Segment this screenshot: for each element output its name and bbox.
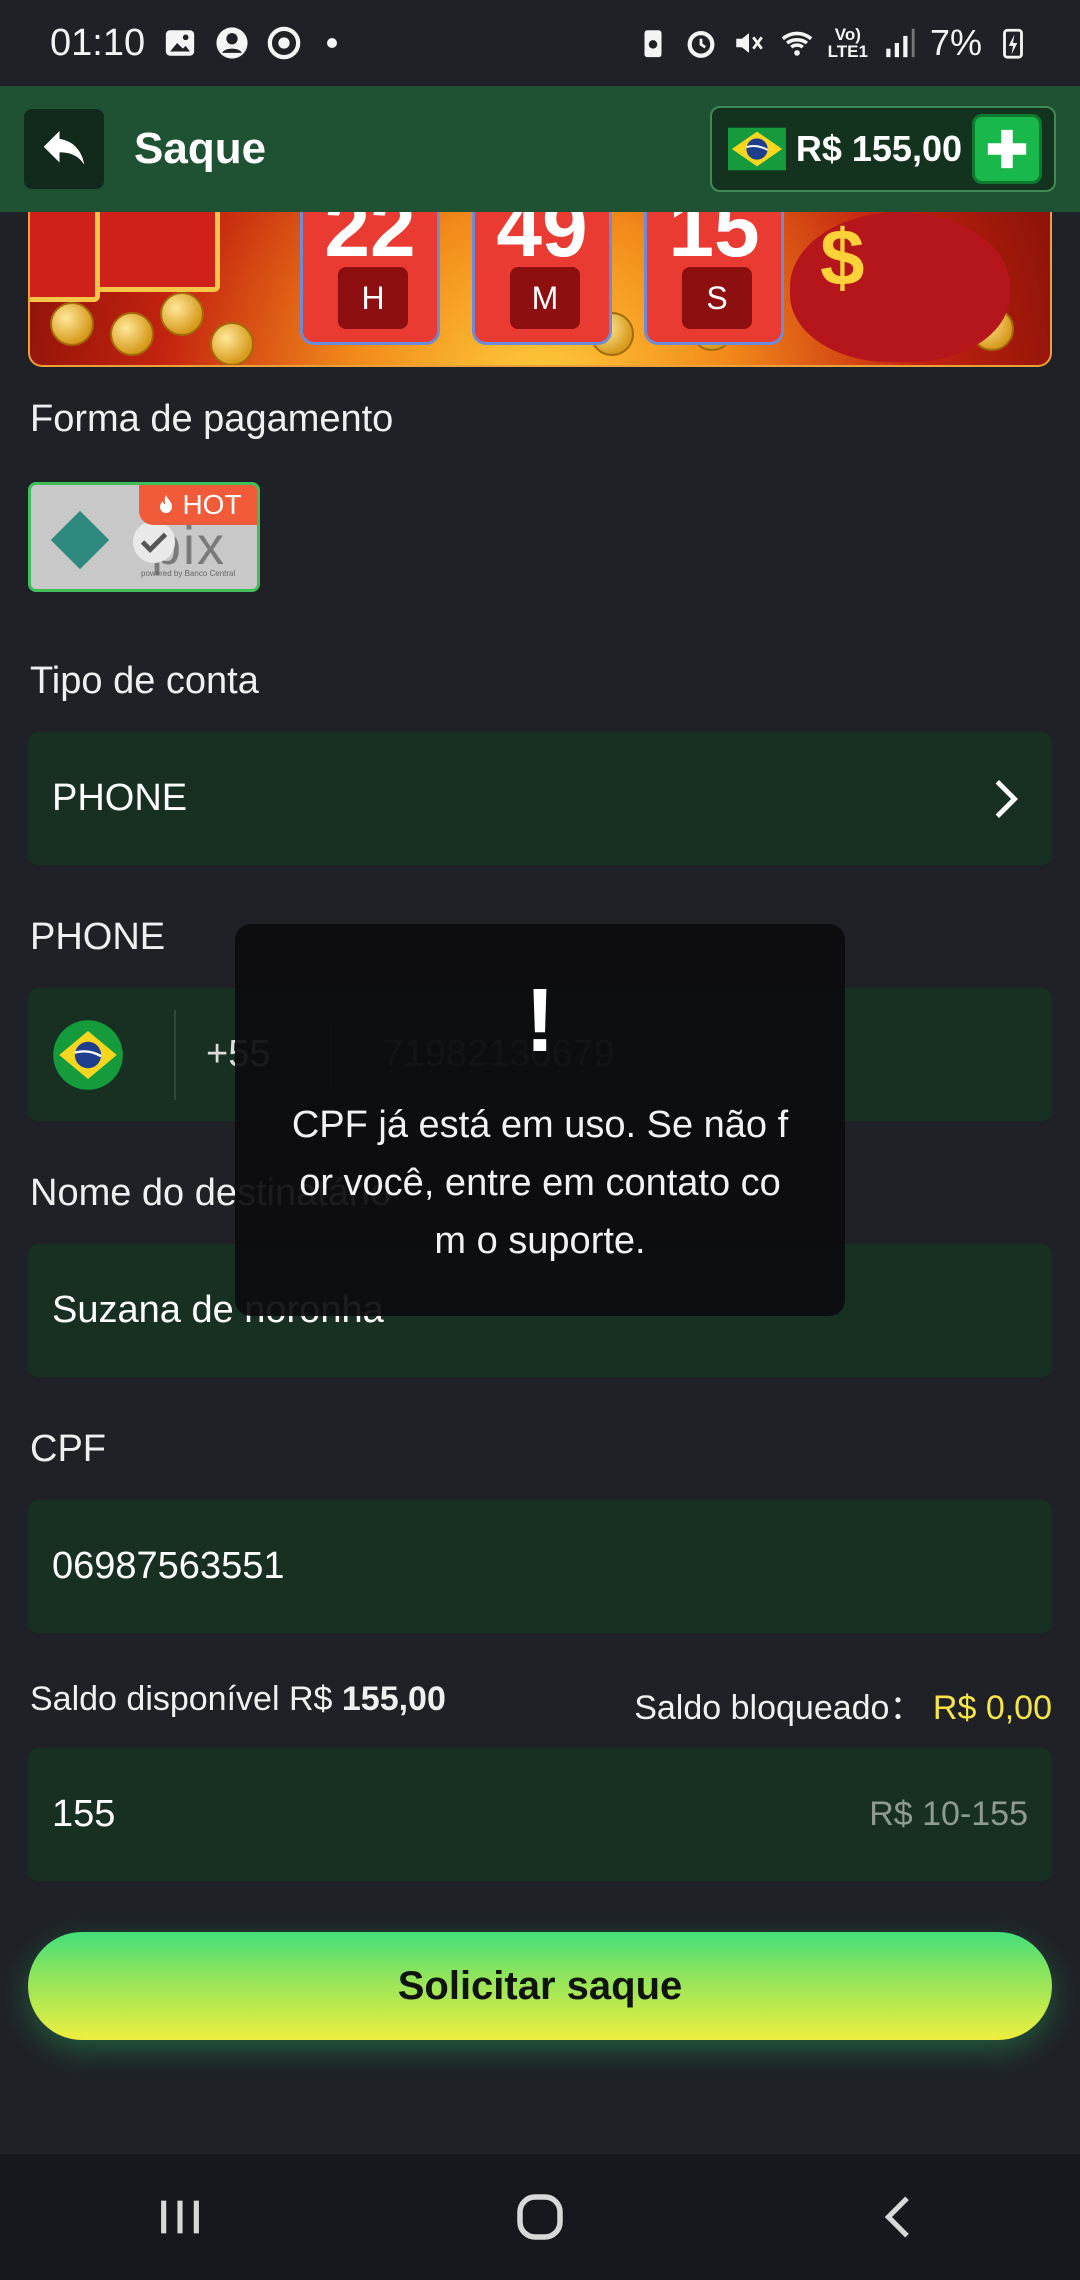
coin-image bbox=[50, 302, 94, 346]
chevron-right-icon bbox=[995, 779, 1018, 818]
alarm-icon bbox=[687, 30, 715, 58]
gift-box-image bbox=[30, 212, 100, 302]
back-arrow-icon bbox=[43, 131, 85, 165]
payment-method-label: Forma de pagamento bbox=[30, 398, 394, 440]
pix-subtitle: powered by Banco Central bbox=[141, 569, 236, 578]
chrome-icon bbox=[267, 26, 301, 60]
coin-image bbox=[110, 312, 154, 356]
coin-image bbox=[210, 322, 254, 365]
balance-box: R$ 155,00 bbox=[709, 106, 1056, 192]
notification-dot-icon bbox=[327, 38, 338, 48]
blocked-balance-value: R$ 0,00 bbox=[932, 1689, 1052, 1727]
hot-badge-label: HOT bbox=[182, 489, 242, 520]
home-button[interactable] bbox=[480, 2167, 600, 2267]
available-balance-label: Saldo disponível R$ bbox=[30, 1680, 342, 1718]
cpf-value: 06987563551 bbox=[52, 1545, 285, 1587]
available-balance: Saldo disponível R$ 155,00 bbox=[30, 1680, 446, 1729]
blocked-balance: Saldo bloqueado： R$ 0,00 bbox=[634, 1680, 1052, 1729]
battery-saver-icon bbox=[644, 30, 662, 58]
toast-message: CPF já está em uso. Se não for você, ent… bbox=[291, 1104, 789, 1262]
timer-seconds: 15 S bbox=[644, 212, 784, 345]
timer-hours: 22 H bbox=[300, 212, 440, 345]
account-icon bbox=[216, 27, 248, 59]
flame-icon bbox=[160, 495, 173, 513]
country-selector[interactable] bbox=[52, 999, 164, 1111]
timer-minutes-unit: M bbox=[510, 267, 580, 329]
add-funds-button[interactable] bbox=[972, 114, 1042, 184]
request-withdrawal-button[interactable]: Solicitar saque bbox=[28, 1932, 1052, 2040]
lte-indicator: Vo) LTE1 bbox=[828, 26, 868, 60]
page-title: Saque bbox=[134, 124, 267, 173]
status-bar: 01:10 Vo) LTE1 7% bbox=[0, 0, 1080, 86]
dollar-sign-icon: $ bbox=[820, 213, 865, 302]
cpf-input[interactable]: 06987563551 bbox=[28, 1500, 1052, 1633]
exclamation-icon: ! bbox=[525, 971, 555, 1071]
balance-amount: R$ 155,00 bbox=[795, 128, 962, 169]
lte-bottom-label: LTE1 bbox=[827, 42, 868, 61]
plus-icon bbox=[987, 129, 1027, 169]
home-icon bbox=[517, 2194, 563, 2240]
mute-icon bbox=[735, 33, 763, 53]
account-type-label: Tipo de conta bbox=[30, 660, 259, 702]
timer-minutes: 49 M bbox=[472, 212, 612, 345]
balance-info-row: Saldo disponível R$ 155,00 Saldo bloquea… bbox=[30, 1680, 1052, 1729]
signal-icon bbox=[886, 28, 915, 58]
cpf-label: CPF bbox=[30, 1428, 106, 1470]
amount-value: 155 bbox=[52, 1793, 116, 1835]
back-nav-button[interactable] bbox=[840, 2167, 960, 2267]
timer-seconds-unit: S bbox=[682, 267, 752, 329]
app-header: Saque R$ 155,00 bbox=[0, 86, 1080, 212]
status-time: 01:10 bbox=[50, 21, 146, 64]
divider bbox=[174, 1009, 176, 1100]
back-chevron-icon bbox=[884, 2196, 909, 2238]
gallery-icon bbox=[165, 30, 195, 56]
account-type-select[interactable]: PHONE bbox=[28, 732, 1052, 865]
battery-percent: 7% bbox=[929, 22, 982, 63]
recent-apps-icon bbox=[161, 2200, 199, 2234]
phone-label: PHONE bbox=[30, 916, 166, 958]
pix-logo-icon bbox=[50, 510, 110, 570]
amount-range-hint: R$ 10-155 bbox=[869, 1795, 1028, 1833]
lte-top-label: Vo) bbox=[834, 25, 861, 44]
battery-charging-icon bbox=[1003, 28, 1023, 59]
amount-input[interactable]: 155 R$ 10-155 bbox=[28, 1748, 1052, 1881]
available-balance-value: 155,00 bbox=[341, 1680, 446, 1718]
hot-badge: HOT bbox=[139, 485, 257, 525]
timer-hours-unit: H bbox=[338, 267, 408, 329]
system-nav-bar bbox=[0, 2154, 1080, 2280]
promo-banner[interactable]: $ 22 H 49 M 15 S bbox=[28, 212, 1052, 367]
checkmark-icon bbox=[132, 520, 176, 564]
coin-image bbox=[160, 292, 204, 336]
brazil-flag-icon bbox=[53, 1019, 123, 1090]
recent-apps-button[interactable] bbox=[120, 2167, 240, 2267]
brazil-flag-icon bbox=[727, 127, 786, 171]
error-toast: ! CPF já está em uso. Se não for você, e… bbox=[235, 924, 845, 1316]
wifi-icon bbox=[781, 31, 812, 56]
blocked-balance-label: Saldo bloqueado： bbox=[634, 1689, 924, 1727]
account-type-value: PHONE bbox=[52, 777, 188, 819]
pix-payment-option[interactable]: pix powered by Banco Central HOT bbox=[28, 482, 260, 592]
gift-box-image bbox=[90, 212, 220, 292]
back-button[interactable] bbox=[24, 109, 104, 189]
